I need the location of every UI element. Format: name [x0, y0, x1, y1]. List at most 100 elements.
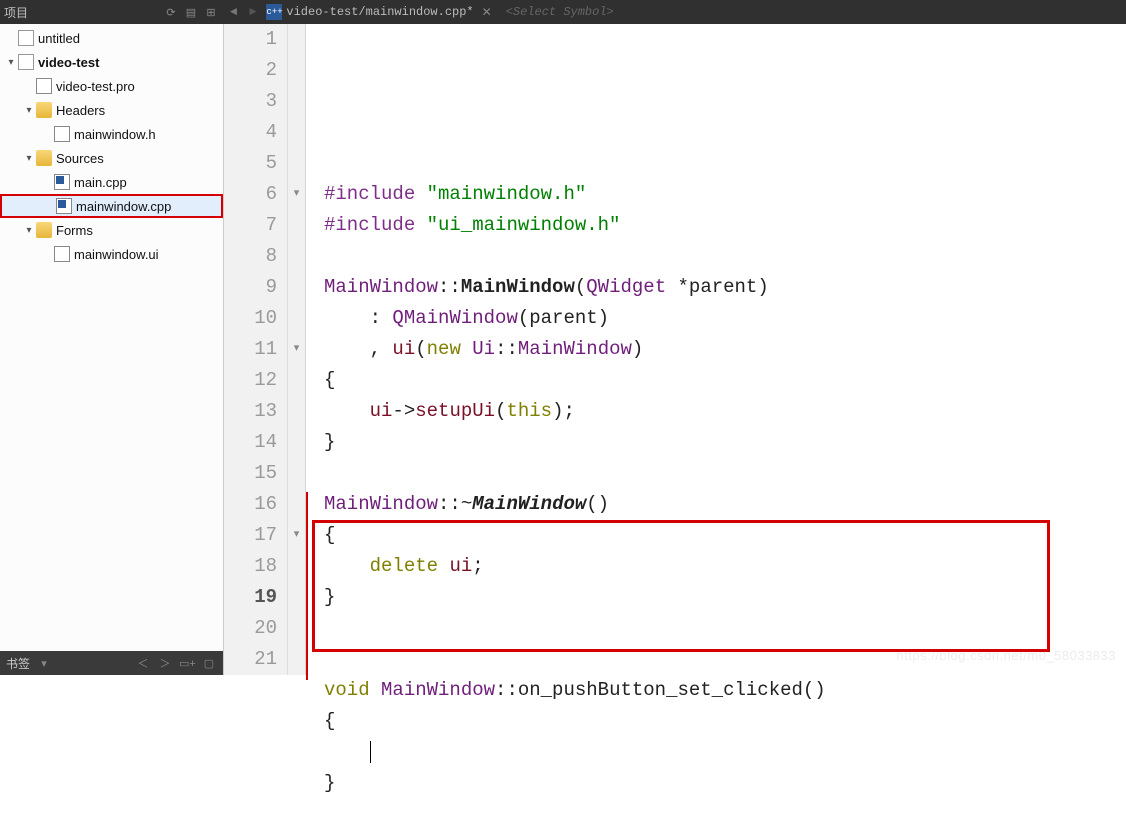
code-line[interactable]: }	[324, 582, 1126, 613]
code-line[interactable]: {	[324, 520, 1126, 551]
code-line[interactable]: {	[324, 706, 1126, 737]
code-line[interactable]: #include "ui_mainwindow.h"	[324, 210, 1126, 241]
fold-spacer	[288, 303, 305, 334]
main-area: untitled ▾ video-test video-test.pro ▾Header…	[0, 24, 1126, 675]
line-number: 21	[238, 644, 277, 675]
tree-item-label: mainwindow.ui	[74, 247, 159, 262]
tree-item-label: untitled	[38, 31, 80, 46]
bookmark-add-icon[interactable]: ▭+	[179, 657, 195, 670]
fold-spacer	[288, 613, 305, 644]
fold-spacer	[288, 86, 305, 117]
folder-h-icon	[36, 102, 52, 118]
code-line[interactable]: void MainWindow::on_pushButton_set_click…	[324, 675, 1126, 706]
fold-spacer	[288, 55, 305, 86]
tree-item-label: video-test.pro	[56, 79, 135, 94]
code-editor[interactable]: 123456789101112131415161718192021 ▾▾▾ #i…	[224, 24, 1126, 675]
line-number: 12	[238, 365, 277, 396]
code-line[interactable]: , ui(new Ui::MainWindow)	[324, 334, 1126, 365]
line-number: 9	[238, 272, 277, 303]
code-line[interactable]: #include "mainwindow.h"	[324, 179, 1126, 210]
bookmark-next-icon[interactable]: ＞	[157, 655, 173, 671]
line-number: 3	[238, 86, 277, 117]
filter-icon[interactable]: ▤	[182, 6, 200, 19]
code-line[interactable]: }	[324, 427, 1126, 458]
symbol-selector[interactable]: <Select Symbol>	[506, 5, 614, 19]
fold-spacer	[288, 148, 305, 179]
breadcrumb-bar: ◄ ► c++ video-test/mainwindow.cpp* ✕ <Se…	[224, 4, 1126, 20]
line-number: 19	[238, 582, 277, 613]
fold-spacer	[288, 272, 305, 303]
code-line[interactable]: : QMainWindow(parent)	[324, 303, 1126, 334]
tree-item[interactable]: main.cpp	[0, 170, 223, 194]
tree-item[interactable]: ▾Forms	[0, 218, 223, 242]
tree-item[interactable]: mainwindow.ui	[0, 242, 223, 266]
line-number: 13	[238, 396, 277, 427]
tree-item-label: mainwindow.h	[74, 127, 156, 142]
code-line[interactable]	[324, 458, 1126, 489]
code-area[interactable]: #include "mainwindow.h"#include "ui_main…	[306, 24, 1126, 675]
tree-item[interactable]: ▾ video-test	[0, 50, 223, 74]
tree-item-label: video-test	[38, 55, 99, 70]
tree-item[interactable]: video-test.pro	[0, 74, 223, 98]
fold-spacer	[288, 489, 305, 520]
tree-item[interactable]: ▾Headers	[0, 98, 223, 122]
twisty-icon[interactable]: ▾	[22, 153, 36, 164]
nav-fwd-icon[interactable]: ►	[243, 5, 262, 19]
bookmark-prev-icon[interactable]: ＜	[135, 655, 151, 671]
line-number: 2	[238, 55, 277, 86]
line-number-gutter: 123456789101112131415161718192021	[224, 24, 288, 675]
bookmark-dropdown-icon[interactable]: ▾	[36, 657, 52, 670]
code-line[interactable]: delete ui;	[324, 551, 1126, 582]
line-number: 11	[238, 334, 277, 365]
annotation-gutter-marker	[306, 492, 308, 680]
breadcrumb-close-icon[interactable]: ✕	[474, 5, 500, 20]
folder-icon	[36, 222, 52, 238]
nav-back-icon[interactable]: ◄	[224, 5, 243, 19]
project-icon	[18, 54, 34, 70]
breadcrumb-path[interactable]: video-test/mainwindow.cpp*	[286, 5, 473, 19]
tree-item[interactable]: mainwindow.h	[0, 122, 223, 146]
fold-spacer	[288, 427, 305, 458]
twisty-icon[interactable]: ▾	[4, 57, 18, 68]
line-number: 8	[238, 241, 277, 272]
panel-header-icons: ⟳ ▤ ⊞	[162, 6, 220, 19]
code-line[interactable]: MainWindow::~MainWindow()	[324, 489, 1126, 520]
twisty-icon[interactable]: ▾	[22, 225, 36, 236]
project-tree[interactable]: untitled ▾ video-test video-test.pro ▾Header…	[0, 24, 223, 651]
code-line[interactable]: }	[324, 768, 1126, 799]
panel-header: 项目 ⟳ ▤ ⊞	[0, 4, 224, 21]
file-ui-icon	[54, 246, 70, 262]
fold-spacer	[288, 396, 305, 427]
fold-spacer	[288, 551, 305, 582]
tree-item[interactable]: ▾Sources	[0, 146, 223, 170]
code-line[interactable]: {	[324, 365, 1126, 396]
twisty-icon[interactable]: ▾	[22, 105, 36, 116]
fold-toggle-icon[interactable]: ▾	[288, 520, 305, 551]
fold-column[interactable]: ▾ ▾ ▾	[288, 24, 306, 675]
sync-icon[interactable]: ⟳	[162, 6, 180, 19]
fold-spacer	[288, 117, 305, 148]
code-line[interactable]	[324, 737, 1126, 768]
code-line[interactable]	[324, 241, 1126, 272]
split-icon[interactable]: ⊞	[202, 6, 220, 19]
code-line[interactable]: MainWindow::MainWindow(QWidget *parent)	[324, 272, 1126, 303]
fold-spacer	[288, 210, 305, 241]
file-cpp-icon	[56, 198, 72, 214]
fold-spacer	[288, 458, 305, 489]
bookmark-expand-icon[interactable]: ▢	[201, 657, 217, 670]
file-type-icon: c++	[266, 4, 282, 20]
fold-spacer	[288, 582, 305, 613]
code-line[interactable]: ui->setupUi(this);	[324, 396, 1126, 427]
tree-item-selected[interactable]: mainwindow.cpp	[0, 194, 223, 218]
fold-spacer	[288, 365, 305, 396]
file-cpp-icon	[54, 174, 70, 190]
line-number: 6	[238, 179, 277, 210]
line-number: 4	[238, 117, 277, 148]
code-line[interactable]	[324, 799, 1126, 830]
tree-item-label: main.cpp	[74, 175, 127, 190]
line-number: 7	[238, 210, 277, 241]
tree-item[interactable]: untitled	[0, 26, 223, 50]
fold-toggle-icon[interactable]: ▾	[288, 179, 305, 210]
fold-toggle-icon[interactable]: ▾	[288, 334, 305, 365]
line-number: 10	[238, 303, 277, 334]
